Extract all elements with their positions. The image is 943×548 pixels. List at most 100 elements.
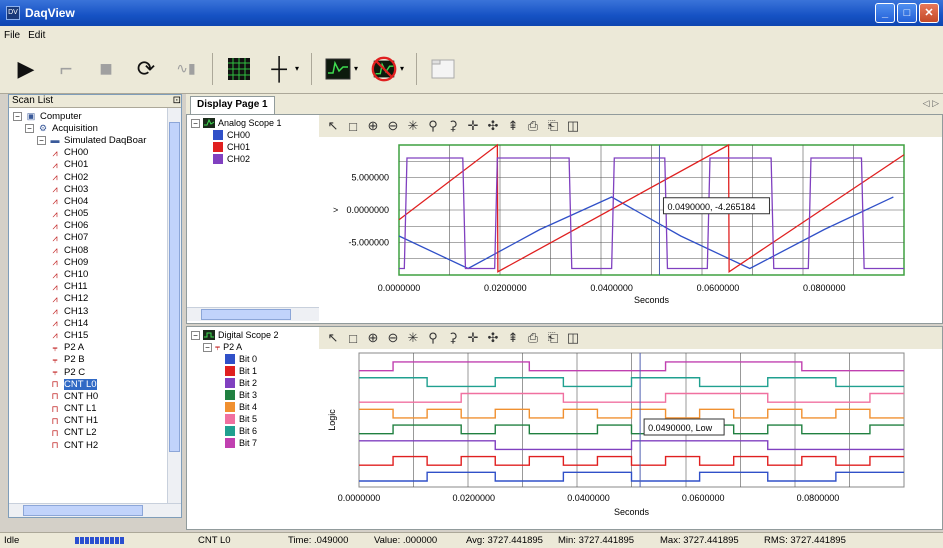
legend-item[interactable]: CH02 [187,153,319,165]
minimize-button[interactable]: _ [875,3,895,23]
legend-item[interactable]: Bit 5 [187,413,319,425]
maximize-button[interactable]: □ [897,3,917,23]
tree-item[interactable]: ⫧ P2 B [9,354,181,366]
tree-item[interactable]: ⩘ CH13 [9,305,181,317]
properties-icon[interactable]: ◫ [565,330,581,346]
digital-scope-node[interactable]: − Digital Scope 2 [187,329,319,341]
digital-scope-title: Digital Scope 2 [218,330,279,340]
tree-item[interactable]: − ▬ Simulated DaqBoar [9,134,181,146]
tab-display-page-1[interactable]: Display Page 1 [190,96,275,114]
tree-item[interactable]: ⩘ CH14 [9,317,181,329]
legend-item[interactable]: Bit 3 [187,389,319,401]
tree-item[interactable]: ⩘ CH10 [9,268,181,280]
marker-icon[interactable]: ⇞ [505,118,521,134]
select-box-icon[interactable]: □ [345,331,361,346]
pan-icon[interactable]: ✛ [465,330,481,346]
tree-item[interactable]: ⫧ P2 A [9,342,181,354]
tree-item[interactable]: ⩘ CH04 [9,195,181,207]
pointer-icon[interactable]: ↖ [325,330,341,346]
no-scope-icon[interactable] [370,55,398,83]
grid-icon[interactable] [225,55,253,83]
marker-icon[interactable]: ⇞ [505,330,521,346]
scope-icon[interactable] [324,55,352,83]
crosshair-icon[interactable]: ┼ [265,55,293,83]
cursor2-icon[interactable]: ⚳ [445,330,461,346]
tree-item[interactable]: ⊓ CNT H2 [9,439,181,451]
tree-item[interactable]: − ⚙ Acquisition [9,122,181,134]
pan-icon[interactable]: ✛ [465,118,481,134]
waveform-icon[interactable]: ∿▮ [172,55,200,83]
menu-edit[interactable]: Edit [28,30,45,41]
cursor1-icon[interactable]: ⚲ [425,118,441,134]
stop-icon[interactable]: ■ [92,55,120,83]
trigger-icon[interactable]: ⌐ [52,55,80,83]
tree-item[interactable]: − ▣ Computer [9,110,181,122]
expand-toggle-icon[interactable]: − [13,111,22,121]
zoom-out-icon[interactable]: ⊖ [385,118,401,134]
crosshair-dropdown-icon[interactable]: ▾ [295,64,299,73]
cursor2-icon[interactable]: ⚳ [445,118,461,134]
tree-vertical-scrollbar[interactable] [167,108,181,503]
tree-item[interactable]: ⩘ CH12 [9,293,181,305]
tree-item[interactable]: ⫧ P2 C [9,366,181,378]
tree-item[interactable]: ⊓ CNT L0 [9,378,181,390]
digital-plot[interactable]: 0.0000000 0.0200000 0.0400000 0.0600000 0.08… [319,349,942,529]
legend-item[interactable]: CH00 [187,129,319,141]
zoom-out-icon[interactable]: ⊖ [385,330,401,346]
legend-item[interactable]: Bit 7 [187,437,319,449]
preview-icon[interactable]: ⎙ [525,330,541,346]
cycle-icon[interactable]: ⟳ [132,55,160,83]
analog-plot[interactable]: 5.000000 0.0000000 > -5.000000 0.0000000 0.02… [319,137,942,323]
autoscale-icon[interactable]: ✳ [405,330,421,346]
zoom-in-icon[interactable]: ⊕ [365,330,381,346]
blank-page-icon[interactable] [429,55,457,83]
print-icon[interactable]: ⎗ [545,330,561,346]
tree-item[interactable]: ⩘ CH07 [9,232,181,244]
tree-horizontal-scrollbar[interactable] [9,503,181,517]
play-icon[interactable]: ▶ [12,55,40,83]
tree-item[interactable]: ⩘ CH06 [9,220,181,232]
select-box-icon[interactable]: □ [345,119,361,134]
tree-item[interactable]: ⩘ CH00 [9,147,181,159]
digital-port-node[interactable]: − ⫧ P2 A [187,341,319,353]
properties-icon[interactable]: ◫ [565,118,581,134]
tree-item[interactable]: ⩘ CH05 [9,208,181,220]
scan-tree: − ▣ Computer − ⚙ Acquisition − ▬ Simulated DaqBo… [9,108,181,451]
move-icon[interactable]: ✣ [485,118,501,134]
tree-item[interactable]: ⊓ CNT L1 [9,403,181,415]
legend-item[interactable]: CH01 [187,141,319,153]
tree-item[interactable]: ⩘ CH03 [9,183,181,195]
autoscale-icon[interactable]: ✳ [405,118,421,134]
tree-item[interactable]: ⊓ CNT H0 [9,390,181,402]
cursor1-icon[interactable]: ⚲ [425,330,441,346]
legend-item[interactable]: Bit 2 [187,377,319,389]
tree-item-label: CH08 [64,244,89,256]
legend-item[interactable]: Bit 1 [187,365,319,377]
menu-file[interactable]: File [4,30,20,41]
tab-nav-arrows[interactable]: ◁ ▷ [923,98,939,109]
tree-item[interactable]: ⩘ CH15 [9,329,181,341]
zoom-in-icon[interactable]: ⊕ [365,118,381,134]
tree-item[interactable]: ⩘ CH08 [9,244,181,256]
tree-item[interactable]: ⊓ CNT L2 [9,427,181,439]
print-icon[interactable]: ⎗ [545,118,561,134]
preview-icon[interactable]: ⎙ [525,118,541,134]
tree-item[interactable]: ⩘ CH11 [9,281,181,293]
scope-dropdown-icon[interactable]: ▾ [354,64,358,73]
legend-item[interactable]: Bit 6 [187,425,319,437]
pointer-icon[interactable]: ↖ [325,118,341,134]
tree-item[interactable]: ⊓ CNT H1 [9,415,181,427]
close-button[interactable]: ✕ [919,3,939,23]
pin-icon[interactable]: ⊡ [173,95,181,107]
expand-toggle-icon[interactable]: − [37,135,46,145]
legend-item[interactable]: Bit 4 [187,401,319,413]
tree-item[interactable]: ⩘ CH01 [9,159,181,171]
legend-item[interactable]: Bit 0 [187,353,319,365]
tree-item[interactable]: ⩘ CH02 [9,171,181,183]
no-scope-dropdown-icon[interactable]: ▾ [400,64,404,73]
tree-item[interactable]: ⩘ CH09 [9,256,181,268]
analog-scope-node[interactable]: − Analog Scope 1 [187,117,319,129]
analog-legend-scrollbar[interactable] [187,307,319,321]
expand-toggle-icon[interactable]: − [25,123,34,133]
move-icon[interactable]: ✣ [485,330,501,346]
